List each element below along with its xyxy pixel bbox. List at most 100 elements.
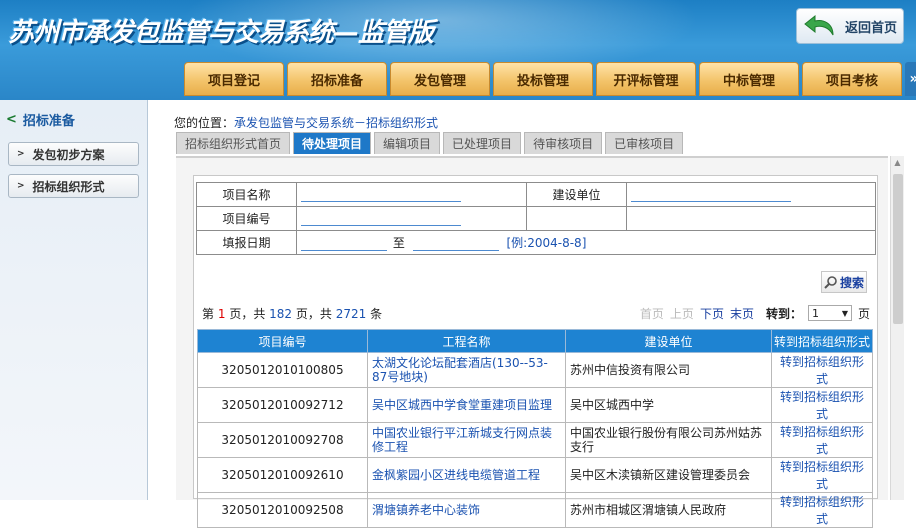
empty-cell [626, 206, 876, 231]
row-action-link[interactable]: 转到招标组织形式 [771, 387, 873, 423]
tab-edit[interactable]: 编辑项目 [374, 132, 441, 154]
sidebar-item-label: 招标组织形式 [32, 179, 105, 194]
return-home-button[interactable]: 返回首页 [796, 8, 904, 44]
nav-item-bid-mgmt[interactable]: 投标管理 [493, 62, 593, 96]
scroll-up-icon[interactable]: ▲ [891, 156, 904, 170]
col-header-action: 转到招标组织形式 [771, 329, 873, 353]
first-page-link: 首页 [639, 306, 664, 321]
app-title: 苏州市承发包监管与交易系统—监管版 [8, 18, 434, 48]
nav-item-award-mgmt[interactable]: 中标管理 [699, 62, 799, 96]
goto-page-select[interactable]: 1 ▼ [807, 305, 852, 321]
row-unit: 苏州市相城区渭塘镇人民政府 [565, 492, 772, 528]
table-header-row: 项目编号 工程名称 建设单位 转到招标组织形式 [197, 329, 873, 353]
breadcrumb: 您的位置：承发包监管与交易系统－招标组织形式 [174, 114, 438, 131]
goto-page-value: 1 [811, 306, 819, 320]
sidebar-item-org-form[interactable]: > 招标组织形式 [8, 174, 139, 198]
next-page-link[interactable]: 下页 [700, 305, 724, 322]
table-row: 3205012010100805 太湖文化论坛配套酒店(130--53-87号地… [197, 352, 873, 388]
sidebar-header[interactable]: < 招标准备 [0, 100, 147, 138]
pagination: 第 1 页，共 182 页，共 2721 条 首页 上页 下页 末页 转到： 1… [202, 304, 870, 322]
project-name-input[interactable] [301, 188, 461, 202]
row-unit: 吴中区木渎镇新区建设管理委员会 [565, 457, 772, 493]
sidebar: < 招标准备 > 发包初步方案 > 招标组织形式 [0, 100, 148, 500]
project-table: 项目编号 工程名称 建设单位 转到招标组织形式 3205012010100805… [197, 329, 873, 528]
row-action-link[interactable]: 转到招标组织形式 [771, 352, 873, 388]
scroll-thumb[interactable] [893, 174, 903, 324]
current-page: 1 [217, 306, 226, 321]
project-code-label: 项目编号 [196, 206, 297, 231]
goto-label: 转到： [765, 306, 802, 321]
tab-pending-review[interactable]: 待审核项目 [524, 132, 603, 154]
search-button[interactable]: 搜索 [821, 271, 867, 293]
bullet-arrow-icon: > [17, 181, 25, 191]
page-mid: 页，共 [229, 306, 266, 321]
project-code-cell [296, 206, 527, 231]
page-controls: 首页 上页 下页 末页 转到： 1 ▼ 页 [640, 305, 870, 322]
col-header-name: 工程名称 [367, 329, 566, 353]
search-icon [824, 276, 837, 289]
chevron-left-icon: < [6, 111, 17, 127]
nav-item-project-assess[interactable]: 项目考核 [802, 62, 902, 96]
search-form: 项目名称 建设单位 项目编号 填报日期 至 [例:2004-8-8] [196, 182, 876, 255]
row-project-link[interactable]: 太湖文化论坛配套酒店(130--53-87号地块) [367, 352, 566, 388]
row-action-link[interactable]: 转到招标组织形式 [771, 457, 873, 493]
chevron-down-icon: ▼ [841, 308, 848, 318]
row-code: 3205012010100805 [197, 352, 368, 388]
project-name-cell [296, 182, 527, 207]
row-code: 3205012010092508 [197, 492, 368, 528]
date-range-cell: 至 [例:2004-8-8] [296, 230, 876, 255]
sidebar-title: 招标准备 [22, 113, 75, 129]
table-row: 3205012010092712 吴中区城西中学食堂重建项目监理 吴中区城西中学… [197, 387, 873, 423]
nav-item-contract-mgmt[interactable]: 发包管理 [390, 62, 490, 96]
search-button-label: 搜索 [839, 275, 864, 290]
project-name-label: 项目名称 [196, 182, 297, 207]
tab-reviewed[interactable]: 已审核项目 [605, 132, 684, 154]
sidebar-item-initial-plan[interactable]: > 发包初步方案 [8, 142, 139, 166]
tab-org-home[interactable]: 招标组织形式首页 [176, 132, 291, 154]
sidebar-item-label: 发包初步方案 [32, 147, 105, 162]
row-action-link[interactable]: 转到招标组织形式 [771, 492, 873, 528]
row-unit: 吴中区城西中学 [565, 387, 772, 423]
tab-pending[interactable]: 待处理项目 [293, 132, 372, 154]
build-unit-cell [626, 182, 876, 207]
return-home-label: 返回首页 [845, 20, 898, 36]
nav-item-tender-prep[interactable]: 招标准备 [287, 62, 387, 96]
date-to-input[interactable] [412, 237, 499, 251]
total-pages: 182 [269, 306, 293, 321]
page-summary: 第 1 页，共 182 页，共 2721 条 [202, 305, 382, 322]
col-header-code: 项目编号 [197, 329, 368, 353]
nav-more-button[interactable]: » [905, 62, 916, 96]
row-project-link[interactable]: 吴中区城西中学食堂重建项目监理 [367, 387, 566, 423]
breadcrumb-prefix: 您的位置： [174, 116, 235, 130]
bullet-arrow-icon: > [17, 149, 25, 159]
date-from-input[interactable] [301, 237, 387, 251]
build-unit-label: 建设单位 [526, 182, 627, 207]
main-nav: 项目登记 招标准备 发包管理 投标管理 开评标管理 中标管理 项目考核 » [184, 62, 916, 96]
date-example: [例:2004-8-8] [506, 236, 587, 250]
row-project-link[interactable]: 金枫紫园小区进线电缆管道工程 [367, 457, 566, 493]
row-code: 3205012010092610 [197, 457, 368, 493]
col-header-unit: 建设单位 [565, 329, 772, 353]
nav-item-project-register[interactable]: 项目登记 [184, 62, 284, 96]
date-label: 填报日期 [196, 230, 297, 255]
total-items: 2721 [335, 306, 367, 321]
row-code: 3205012010092708 [197, 422, 368, 458]
last-page-link[interactable]: 末页 [730, 305, 754, 322]
row-action-link[interactable]: 转到招标组织形式 [771, 422, 873, 458]
breadcrumb-path[interactable]: 承发包监管与交易系统－招标组织形式 [234, 116, 438, 130]
goto-suffix: 页 [857, 306, 870, 321]
row-project-link[interactable]: 渭塘镇养老中心装饰 [367, 492, 566, 528]
tab-bar: 招标组织形式首页 待处理项目 编辑项目 已处理项目 待审核项目 已审核项目 [176, 132, 684, 154]
build-unit-input[interactable] [631, 188, 791, 202]
return-arrow-icon [804, 14, 834, 36]
vertical-scrollbar[interactable]: ▲ [890, 156, 904, 500]
page-mid2: 页，共 [295, 306, 332, 321]
row-code: 3205012010092712 [197, 387, 368, 423]
nav-item-bid-opening[interactable]: 开评标管理 [596, 62, 696, 96]
row-unit: 苏州中信投资有限公司 [565, 352, 772, 388]
empty-cell [526, 206, 627, 231]
row-project-link[interactable]: 中国农业银行平江新城支行网点装修工程 [367, 422, 566, 458]
item-suffix: 条 [370, 306, 383, 321]
tab-processed[interactable]: 已处理项目 [443, 132, 522, 154]
project-code-input[interactable] [301, 212, 461, 226]
